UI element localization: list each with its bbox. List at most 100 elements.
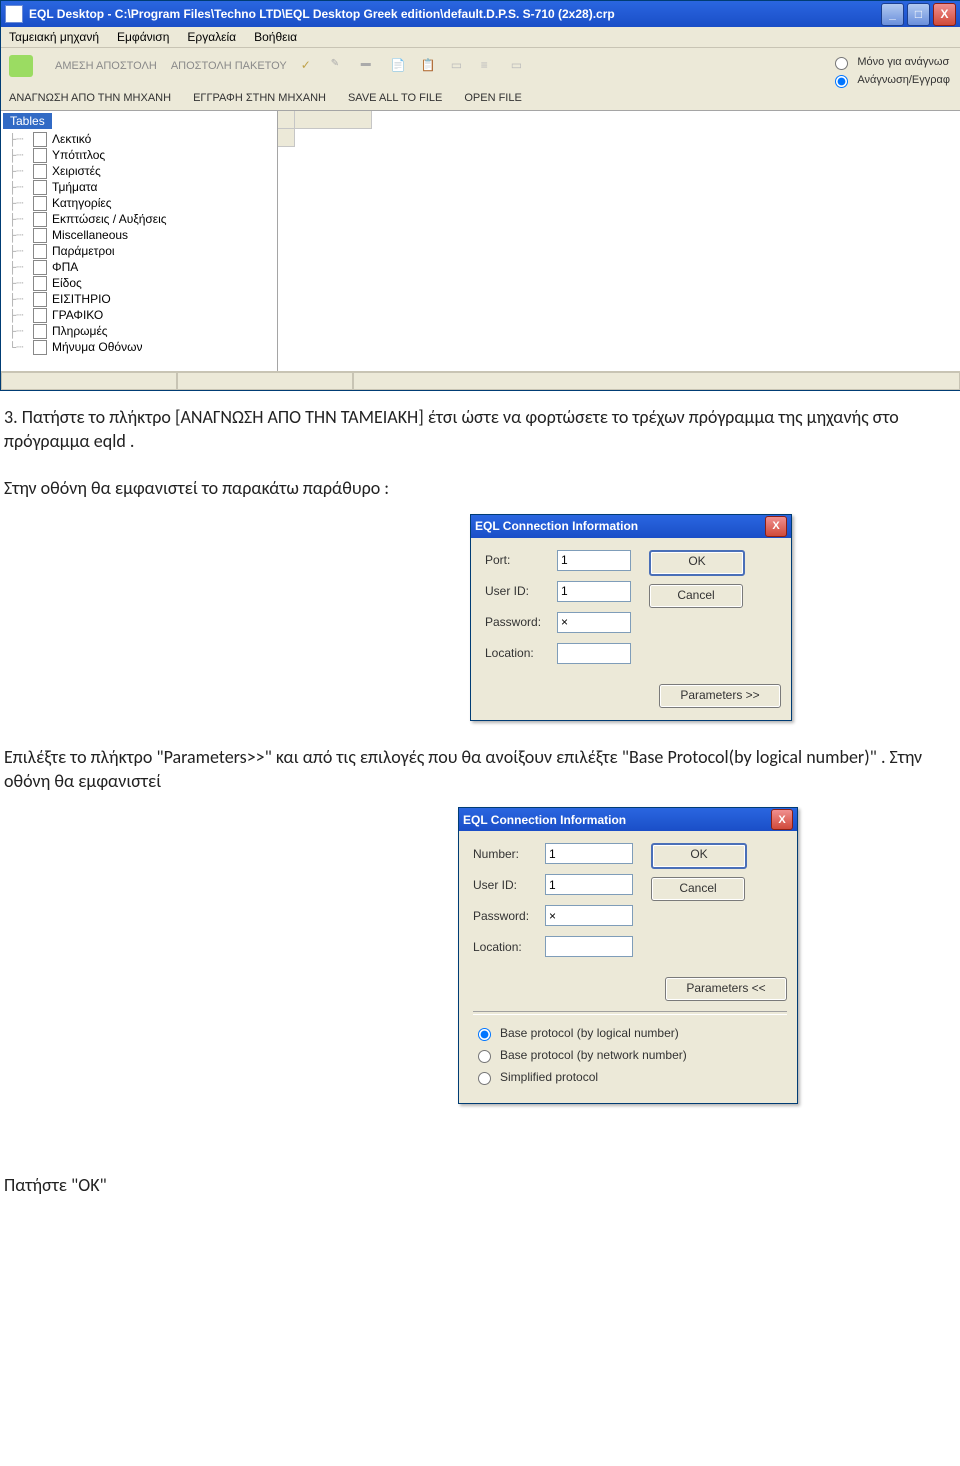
password-input[interactable] (545, 905, 633, 926)
tree-item[interactable]: ├┈ΓΡΑΦΙΚΟ (3, 307, 275, 323)
location-input[interactable] (545, 936, 633, 957)
doc-icon (33, 244, 47, 259)
toolbar-save-all[interactable]: SAVE ALL TO FILE (348, 92, 442, 104)
location-label: Location: (473, 940, 545, 954)
ok-button[interactable]: OK (651, 843, 747, 869)
menu-tools[interactable]: Εργαλεία (185, 29, 238, 45)
radio-base-network[interactable] (478, 1050, 491, 1063)
maximize-button[interactable]: □ (907, 3, 930, 26)
doc-icon (33, 324, 47, 339)
dialog-close-button[interactable]: X (765, 516, 787, 537)
paragraph-select-parameters: Επιλέξτε το πλήκτρο "Parameters>>" και α… (0, 731, 960, 802)
doc-icon (33, 276, 47, 291)
toolbar-write-to-machine[interactable]: ΕΓΓΡΑΦΗ ΣΤΗΝ ΜΗΧΑΝΗ (193, 92, 326, 104)
parameters-button[interactable]: Parameters >> (659, 684, 781, 708)
toolbar-icon-2[interactable]: ✎ (331, 58, 347, 74)
doc-icon (33, 164, 47, 179)
tree-item[interactable]: ├┈Εκπτώσεις / Αυξήσεις (3, 211, 275, 227)
tree-item[interactable]: ├┈ΦΠΑ (3, 259, 275, 275)
doc-icon (33, 148, 47, 163)
doc-icon (33, 340, 47, 355)
toolbar-send-immediate[interactable]: ΑΜΕΣΗ ΑΠΟΣΤΟΛΗ (55, 60, 157, 72)
toolbar-read-from-machine[interactable]: ΑΝΑΓΝΩΣΗ ΑΠΟ ΤΗΝ ΜΗΧΑΝΗ (9, 92, 171, 104)
doc-icon (33, 228, 47, 243)
doc-icon (33, 180, 47, 195)
radio-read-write[interactable] (835, 75, 848, 88)
tree-item[interactable]: ├┈Παράμετροι (3, 243, 275, 259)
tree-item[interactable]: ├┈Τμήματα (3, 179, 275, 195)
toolbar-icon-8[interactable]: ▭ (511, 58, 527, 74)
menu-help[interactable]: Βοήθεια (252, 29, 299, 45)
connection-dialog-1: EQL Connection Information X Port: User … (470, 514, 792, 721)
paragraph-window-appears: Στην οθόνη θα εμφανιστεί το παρακάτω παρ… (0, 462, 960, 508)
tree-item[interactable]: ├┈Κατηγορίες (3, 195, 275, 211)
read-mode-radio-group: Μόνο για ανάγνωσ Ανάγνωση/Εγγραφ (830, 52, 950, 90)
tree-panel: Tables ├┈Λεκτικό ├┈Υπότιτλος ├┈Χειριστές… (1, 111, 277, 371)
toolbar-paste-icon[interactable]: 📋 (421, 58, 437, 74)
dialog-titlebar: EQL Connection Information X (459, 808, 797, 831)
radio-read-write-label: Ανάγνωση/Εγγραφ (857, 74, 950, 86)
toolbar-icon-6[interactable]: ▭ (451, 58, 467, 74)
dialog-title: EQL Connection Information (463, 813, 626, 827)
toolbar-icon-3[interactable]: ▬ (361, 58, 377, 74)
radio-read-only-label: Μόνο για ανάγνωσ (857, 56, 949, 68)
tree-item[interactable]: ├┈Πληρωμές (3, 323, 275, 339)
radio-base-logical[interactable] (478, 1028, 491, 1041)
app-icon (5, 5, 23, 23)
menu-view[interactable]: Εμφάνιση (115, 29, 171, 45)
tree-item[interactable]: ├┈Υπότιτλος (3, 147, 275, 163)
ok-button[interactable]: OK (649, 550, 745, 576)
location-input[interactable] (557, 643, 631, 664)
port-input[interactable] (557, 550, 631, 571)
doc-icon (33, 308, 47, 323)
parameters-collapse-button[interactable]: Parameters << (665, 977, 787, 1001)
minimize-button[interactable]: _ (881, 3, 904, 26)
menubar: Ταμειακή μηχανή Εμφάνιση Εργαλεία Βοήθει… (1, 27, 960, 48)
dialog-title: EQL Connection Information (475, 519, 638, 533)
toolbar-icon-1[interactable]: ✓ (301, 58, 317, 74)
number-label: Number: (473, 847, 545, 861)
eql-desktop-window: EQL Desktop - C:\Program Files\Techno LT… (0, 0, 960, 391)
statusbar (1, 371, 960, 390)
doc-icon (33, 260, 47, 275)
tree-item[interactable]: └┈Μήνυμα Οθόνων (3, 339, 275, 355)
doc-icon (33, 132, 47, 147)
port-label: Port: (485, 553, 557, 567)
grid-row-header[interactable] (278, 129, 295, 147)
toolbar-send-packet[interactable]: ΑΠΟΣΤΟΛΗ ΠΑΚΕΤΟΥ (171, 60, 287, 72)
cancel-button[interactable]: Cancel (649, 584, 743, 608)
tree-root-tables[interactable]: Tables (3, 113, 52, 129)
doc-icon (33, 196, 47, 211)
radio-simplified[interactable] (478, 1072, 491, 1085)
statusbar-cell (177, 372, 353, 390)
user-id-input[interactable] (557, 581, 631, 602)
tree-item[interactable]: ├┈ΕΙΣΙΤΗΡΙΟ (3, 291, 275, 307)
tree-item[interactable]: ├┈Λεκτικό (3, 131, 275, 147)
cancel-button[interactable]: Cancel (651, 877, 745, 901)
dialog-titlebar: EQL Connection Information X (471, 515, 791, 538)
logo-icon (9, 55, 33, 77)
tree-item[interactable]: ├┈Είδος (3, 275, 275, 291)
grid-col-header[interactable] (295, 111, 372, 129)
window-title: EQL Desktop - C:\Program Files\Techno LT… (29, 7, 881, 21)
paragraph-step3: 3. Πατήστε το πλήκτρο [ΑΝΑΓΝΩΣΗ ΑΠΟ ΤΗΝ … (0, 391, 960, 462)
user-id-label: User ID: (473, 878, 545, 892)
toolbar-icon-7[interactable]: ≡ (481, 58, 497, 74)
user-id-input[interactable] (545, 874, 633, 895)
menu-cash-register[interactable]: Ταμειακή μηχανή (7, 29, 101, 45)
radio-read-only[interactable] (835, 57, 848, 70)
close-button[interactable]: X (933, 3, 956, 26)
doc-icon (33, 212, 47, 227)
toolbar-open-file[interactable]: OPEN FILE (464, 92, 521, 104)
separator (473, 1011, 787, 1015)
password-input[interactable] (557, 612, 631, 633)
toolbar-copy-icon[interactable]: 📄 (391, 58, 407, 74)
tree-item[interactable]: ├┈Miscellaneous (3, 227, 275, 243)
tree-item[interactable]: ├┈Χειριστές (3, 163, 275, 179)
tree-list: ├┈Λεκτικό ├┈Υπότιτλος ├┈Χειριστές ├┈Τμήμ… (3, 131, 275, 355)
password-label: Password: (473, 909, 545, 923)
grid-corner (278, 111, 295, 129)
number-input[interactable] (545, 843, 633, 864)
dialog-close-button[interactable]: X (771, 809, 793, 830)
content-area: Tables ├┈Λεκτικό ├┈Υπότιτλος ├┈Χειριστές… (1, 110, 960, 371)
